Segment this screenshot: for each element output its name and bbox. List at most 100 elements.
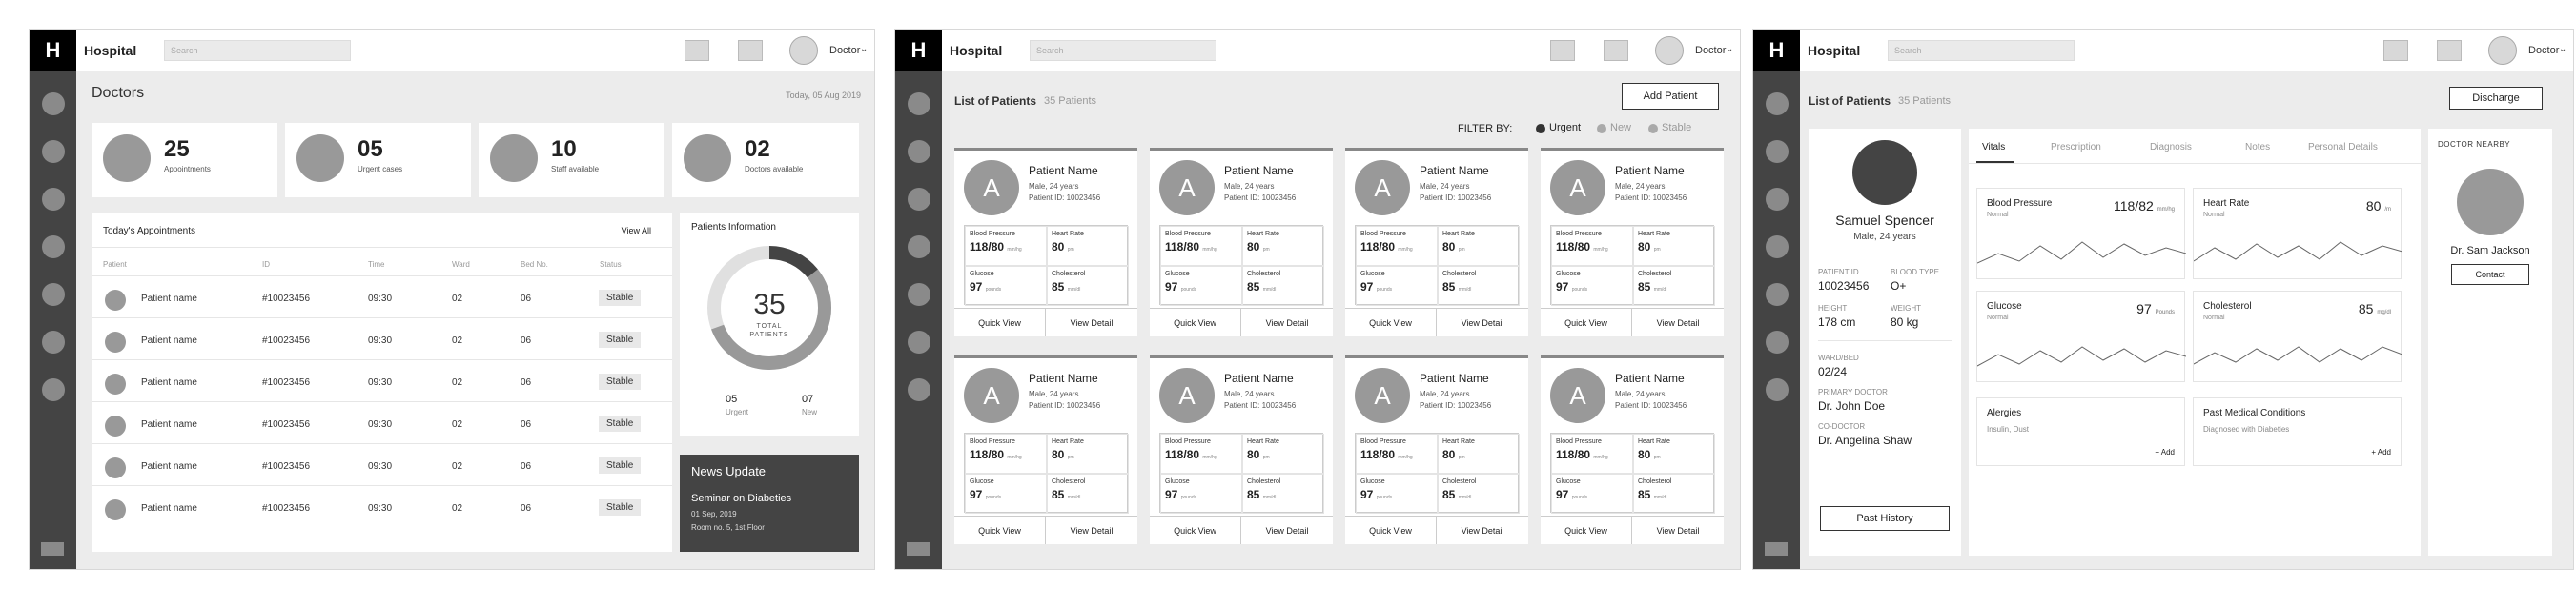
- user-avatar[interactable]: [2488, 36, 2517, 65]
- patient-name[interactable]: Patient Name: [1224, 164, 1294, 177]
- patient-name[interactable]: Patient Name: [1029, 372, 1098, 385]
- message-icon[interactable]: [738, 40, 763, 61]
- sidebar-nav-icon[interactable]: [1766, 378, 1789, 401]
- sidebar-nav-icon[interactable]: [1766, 331, 1789, 354]
- patient-card[interactable]: A Patient Name Male, 24 years Patient ID…: [1541, 355, 1724, 544]
- sidebar-nav-icon[interactable]: [42, 188, 65, 211]
- quick-view-button[interactable]: Quick View: [954, 516, 1046, 544]
- urgent-filter-dot-icon[interactable]: [1536, 124, 1545, 133]
- vital-card-glucose[interactable]: Glucose Normal 97 Pounds: [1976, 291, 2186, 382]
- patient-name[interactable]: Patient Name: [1420, 164, 1489, 177]
- tab-diagnosis[interactable]: Diagnosis: [2150, 142, 2192, 152]
- sidebar-nav-icon[interactable]: [908, 235, 930, 258]
- quick-view-button[interactable]: Quick View: [954, 308, 1046, 336]
- tab-prescription[interactable]: Prescription: [2051, 142, 2101, 152]
- view-detail-button[interactable]: View Detail: [1437, 516, 1528, 544]
- filter-new[interactable]: New: [1610, 122, 1631, 133]
- sidebar-nav-icon[interactable]: [908, 331, 930, 354]
- table-row[interactable]: Patient name #10023456 09:30 02 06 Stabl…: [92, 317, 672, 359]
- tab-personal-details[interactable]: Personal Details: [2308, 142, 2378, 152]
- search-input[interactable]: Search: [164, 40, 351, 61]
- hospital-logo[interactable]: H: [1753, 30, 1800, 71]
- patient-card[interactable]: A Patient Name Male, 24 years Patient ID…: [1345, 355, 1528, 544]
- add-condition-button[interactable]: + Add: [2371, 448, 2391, 457]
- patient-name[interactable]: Patient Name: [1615, 164, 1685, 177]
- view-detail-button[interactable]: View Detail: [1046, 516, 1137, 544]
- sidebar-nav-icon[interactable]: [1766, 235, 1789, 258]
- hospital-logo[interactable]: H: [895, 30, 942, 71]
- patient-name[interactable]: Patient Name: [1224, 372, 1294, 385]
- patient-name[interactable]: Patient name: [141, 335, 197, 346]
- notification-icon[interactable]: [2383, 40, 2408, 61]
- chevron-down-icon[interactable]: ⌄: [2559, 44, 2566, 54]
- quick-view-button[interactable]: Quick View: [1150, 308, 1241, 336]
- patient-card[interactable]: A Patient Name Male, 24 years Patient ID…: [1150, 148, 1333, 336]
- sidebar-nav-icon[interactable]: [42, 331, 65, 354]
- sidebar-nav-icon[interactable]: [908, 140, 930, 163]
- table-row[interactable]: Patient name #10023456 09:30 02 06 Stabl…: [92, 443, 672, 485]
- sidebar-nav-icon[interactable]: [1766, 283, 1789, 306]
- sidebar-nav-icon[interactable]: [42, 235, 65, 258]
- sidebar-nav-icon[interactable]: [908, 378, 930, 401]
- patient-name[interactable]: Patient name: [141, 461, 197, 472]
- view-all-link[interactable]: View All: [622, 226, 651, 235]
- sidebar-collapse-icon[interactable]: [907, 542, 930, 556]
- table-row[interactable]: Patient name #10023456 09:30 02 06 Stabl…: [92, 401, 672, 443]
- view-detail-button[interactable]: View Detail: [1437, 308, 1528, 336]
- user-name[interactable]: Doctor: [1695, 45, 1726, 56]
- add-patient-button[interactable]: Add Patient: [1622, 83, 1719, 110]
- user-name[interactable]: Doctor: [2528, 45, 2559, 56]
- sidebar-nav-icon[interactable]: [1766, 140, 1789, 163]
- vital-card-heart-rate[interactable]: Heart Rate Normal 80 /m: [2193, 188, 2402, 279]
- patient-name[interactable]: Patient name: [141, 419, 197, 430]
- sidebar-nav-icon[interactable]: [1766, 188, 1789, 211]
- chevron-down-icon[interactable]: ⌄: [860, 44, 868, 54]
- patient-card[interactable]: A Patient Name Male, 24 years Patient ID…: [954, 148, 1137, 336]
- message-icon[interactable]: [2437, 40, 2462, 61]
- sidebar-collapse-icon[interactable]: [1765, 542, 1788, 556]
- patient-card[interactable]: A Patient Name Male, 24 years Patient ID…: [1150, 355, 1333, 544]
- table-row[interactable]: Patient name #10023456 09:30 02 06 Stabl…: [92, 275, 672, 317]
- view-detail-button[interactable]: View Detail: [1632, 516, 1724, 544]
- patient-name[interactable]: Patient Name: [1420, 372, 1489, 385]
- chevron-down-icon[interactable]: ⌄: [1726, 44, 1733, 54]
- vital-card-blood-pressure[interactable]: Blood Pressure Normal 118/82 mm/hg: [1976, 188, 2186, 279]
- patient-card[interactable]: A Patient Name Male, 24 years Patient ID…: [1541, 148, 1724, 336]
- user-avatar[interactable]: [1655, 36, 1684, 65]
- contact-button[interactable]: Contact: [2451, 264, 2529, 285]
- patient-name[interactable]: Patient name: [141, 503, 197, 514]
- sidebar-nav-icon[interactable]: [42, 283, 65, 306]
- quick-view-button[interactable]: Quick View: [1541, 308, 1632, 336]
- patient-name[interactable]: Patient Name: [1029, 164, 1098, 177]
- tab-vitals[interactable]: Vitals: [1982, 142, 2005, 152]
- news-headline[interactable]: Seminar on Diabeties: [691, 493, 791, 504]
- notification-icon[interactable]: [685, 40, 709, 61]
- hospital-logo[interactable]: H: [30, 30, 76, 71]
- sidebar-nav-icon[interactable]: [42, 92, 65, 115]
- stable-filter-dot-icon[interactable]: [1648, 124, 1658, 133]
- sidebar-nav-icon[interactable]: [42, 378, 65, 401]
- new-filter-dot-icon[interactable]: [1597, 124, 1606, 133]
- news-update-card[interactable]: News Update Seminar on Diabeties 01 Sep,…: [680, 455, 859, 552]
- view-detail-button[interactable]: View Detail: [1241, 516, 1333, 544]
- notification-icon[interactable]: [1550, 40, 1575, 61]
- user-name[interactable]: Doctor: [829, 45, 860, 56]
- view-detail-button[interactable]: View Detail: [1632, 308, 1724, 336]
- table-row[interactable]: Patient name #10023456 09:30 02 06 Stabl…: [92, 485, 672, 527]
- tab-notes[interactable]: Notes: [2245, 142, 2270, 152]
- view-detail-button[interactable]: View Detail: [1046, 308, 1137, 336]
- search-input[interactable]: Search: [1030, 40, 1216, 61]
- past-history-button[interactable]: Past History: [1820, 506, 1950, 531]
- sidebar-nav-icon[interactable]: [1766, 92, 1789, 115]
- filter-urgent[interactable]: Urgent: [1549, 122, 1581, 133]
- patient-card[interactable]: A Patient Name Male, 24 years Patient ID…: [954, 355, 1137, 544]
- sidebar-nav-icon[interactable]: [42, 140, 65, 163]
- patient-name[interactable]: Patient name: [141, 377, 197, 388]
- quick-view-button[interactable]: Quick View: [1345, 516, 1437, 544]
- patient-card[interactable]: A Patient Name Male, 24 years Patient ID…: [1345, 148, 1528, 336]
- message-icon[interactable]: [1604, 40, 1628, 61]
- add-allergy-button[interactable]: + Add: [2155, 448, 2175, 457]
- patient-name[interactable]: Patient name: [141, 294, 197, 304]
- patient-name[interactable]: Patient Name: [1615, 372, 1685, 385]
- quick-view-button[interactable]: Quick View: [1345, 308, 1437, 336]
